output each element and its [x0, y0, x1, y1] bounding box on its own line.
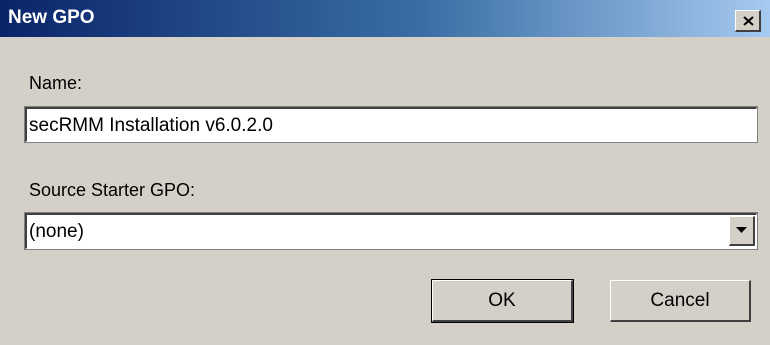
ok-button[interactable]: OK: [431, 279, 574, 323]
source-starter-gpo-select[interactable]: (none): [24, 212, 758, 250]
name-input[interactable]: secRMM Installation v6.0.2.0: [24, 106, 758, 143]
cancel-button[interactable]: Cancel: [610, 280, 751, 322]
dialog-title: New GPO: [8, 7, 95, 28]
dropdown-button[interactable]: [729, 216, 755, 246]
chevron-down-icon: [736, 227, 747, 233]
source-starter-gpo-value: (none): [29, 221, 84, 242]
close-icon: [743, 16, 754, 26]
title-bar[interactable]: New GPO: [0, 0, 770, 37]
close-button[interactable]: [735, 10, 761, 32]
name-label: Name:: [29, 73, 83, 93]
source-starter-gpo-label: Source Starter GPO:: [29, 180, 196, 200]
new-gpo-dialog: New GPO Name: secRMM Installation v6.0.2…: [0, 0, 770, 345]
